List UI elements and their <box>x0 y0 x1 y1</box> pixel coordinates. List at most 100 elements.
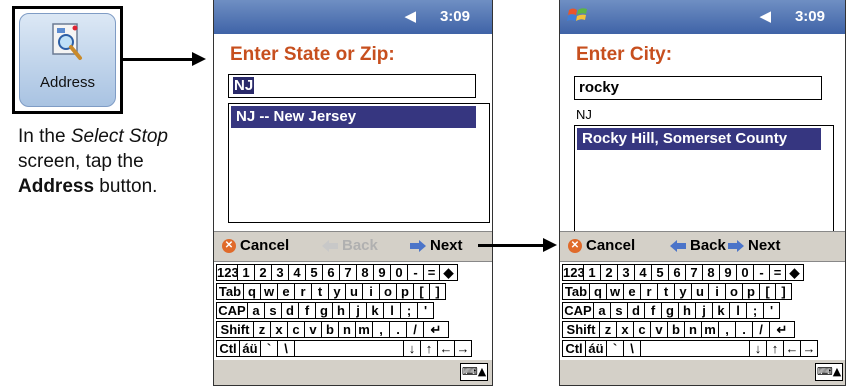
key[interactable]: - <box>407 264 424 281</box>
keyboard-toggle-icon[interactable]: ⌨▲ <box>815 363 843 381</box>
key[interactable]: u <box>691 283 709 300</box>
cancel-button[interactable]: ✕ Cancel <box>568 237 635 254</box>
key[interactable]: = <box>769 264 786 281</box>
key[interactable]: q <box>243 283 261 300</box>
key[interactable]: z <box>599 321 617 338</box>
key[interactable]: f <box>644 302 662 319</box>
speaker-icon[interactable]: ◀ <box>759 7 771 25</box>
key[interactable]: g <box>315 302 333 319</box>
key[interactable]: \ <box>277 340 295 357</box>
key[interactable]: f <box>298 302 316 319</box>
cancel-button[interactable]: ✕ Cancel <box>222 237 289 254</box>
key[interactable]: n <box>684 321 702 338</box>
state-listbox[interactable]: NJ -- New Jersey <box>228 103 490 223</box>
key[interactable]: 5 <box>651 264 669 281</box>
key[interactable]: ↓ <box>749 340 767 357</box>
key[interactable]: o <box>379 283 397 300</box>
key[interactable]: áü <box>585 340 607 357</box>
key[interactable]: 9 <box>373 264 391 281</box>
key[interactable]: ◆ <box>785 264 804 281</box>
key[interactable]: d <box>281 302 299 319</box>
key[interactable]: ` <box>606 340 624 357</box>
key[interactable]: l <box>729 302 747 319</box>
key[interactable]: b <box>667 321 685 338</box>
key[interactable]: ; <box>746 302 764 319</box>
key[interactable]: [ <box>413 283 430 300</box>
key[interactable]: ] <box>775 283 792 300</box>
key-space[interactable] <box>640 340 750 357</box>
key[interactable]: ` <box>260 340 278 357</box>
key[interactable]: 123 <box>562 264 585 281</box>
key[interactable]: áü <box>239 340 261 357</box>
key[interactable]: z <box>253 321 271 338</box>
key[interactable]: t <box>311 283 329 300</box>
key[interactable]: ↵ <box>423 321 449 338</box>
next-button[interactable]: Next <box>410 237 463 254</box>
key[interactable]: ↑ <box>766 340 784 357</box>
key[interactable]: s <box>264 302 282 319</box>
speaker-icon[interactable]: ◀ <box>404 7 416 25</box>
key[interactable]: . <box>735 321 753 338</box>
key[interactable]: 1 <box>583 264 601 281</box>
key[interactable]: l <box>383 302 401 319</box>
windows-start-icon[interactable] <box>566 4 590 28</box>
key[interactable]: Tab <box>562 283 590 300</box>
key[interactable]: 0 <box>736 264 754 281</box>
clock[interactable]: 3:09 <box>440 8 470 25</box>
key[interactable]: 6 <box>668 264 686 281</box>
key[interactable]: 2 <box>600 264 618 281</box>
key[interactable]: - <box>753 264 770 281</box>
key[interactable]: 4 <box>288 264 306 281</box>
key[interactable]: ◆ <box>439 264 458 281</box>
key[interactable]: i <box>708 283 726 300</box>
key[interactable]: b <box>321 321 339 338</box>
list-item[interactable]: Rocky Hill, Somerset County <box>577 128 821 150</box>
key[interactable]: r <box>294 283 312 300</box>
key-space[interactable] <box>294 340 404 357</box>
key[interactable]: , <box>718 321 736 338</box>
key[interactable]: u <box>345 283 363 300</box>
next-button[interactable]: Next <box>728 237 781 254</box>
key[interactable]: ↑ <box>420 340 438 357</box>
key[interactable]: e <box>623 283 641 300</box>
key[interactable]: k <box>366 302 384 319</box>
key[interactable]: 1 <box>237 264 255 281</box>
key[interactable]: y <box>674 283 692 300</box>
key[interactable]: ↓ <box>403 340 421 357</box>
key[interactable]: / <box>406 321 424 338</box>
state-zip-input[interactable]: NJ <box>228 74 476 98</box>
key[interactable]: i <box>362 283 380 300</box>
key[interactable]: 3 <box>617 264 635 281</box>
clock[interactable]: 3:09 <box>795 8 825 25</box>
key[interactable]: Shift <box>216 321 254 338</box>
key[interactable]: e <box>277 283 295 300</box>
key[interactable]: d <box>627 302 645 319</box>
key[interactable]: ' <box>417 302 434 319</box>
key[interactable]: g <box>661 302 679 319</box>
key[interactable]: w <box>606 283 624 300</box>
key[interactable]: 8 <box>356 264 374 281</box>
key[interactable]: c <box>287 321 305 338</box>
key[interactable]: r <box>640 283 658 300</box>
key[interactable]: a <box>247 302 265 319</box>
key[interactable]: v <box>650 321 668 338</box>
key[interactable]: j <box>695 302 713 319</box>
key[interactable]: 6 <box>322 264 340 281</box>
key[interactable]: 7 <box>339 264 357 281</box>
key[interactable]: . <box>389 321 407 338</box>
key[interactable]: → <box>800 340 818 357</box>
key[interactable]: w <box>260 283 278 300</box>
key[interactable]: / <box>752 321 770 338</box>
key[interactable]: CAP <box>216 302 248 319</box>
list-item[interactable]: NJ -- New Jersey <box>231 106 476 128</box>
key[interactable]: , <box>372 321 390 338</box>
key[interactable]: \ <box>623 340 641 357</box>
key[interactable]: ; <box>400 302 418 319</box>
key[interactable]: a <box>593 302 611 319</box>
key[interactable]: 0 <box>390 264 408 281</box>
key[interactable]: ] <box>429 283 446 300</box>
back-button[interactable]: Back <box>670 237 726 254</box>
address-button[interactable]: Address <box>19 13 116 107</box>
key[interactable]: o <box>725 283 743 300</box>
key[interactable]: ' <box>763 302 780 319</box>
